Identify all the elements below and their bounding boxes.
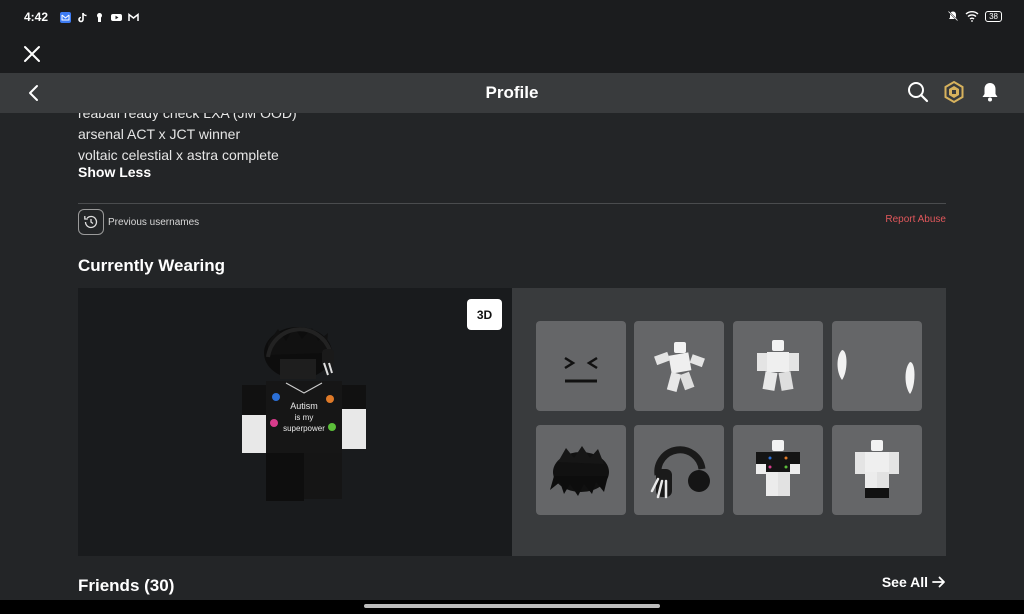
gesture-bar [0,600,1024,614]
animation-item[interactable] [733,321,823,411]
wifi-icon [965,11,979,22]
previous-usernames-label: Previous usernames [108,216,200,228]
shirt-text-line: is my [295,413,314,422]
view-3d-toggle[interactable]: 3D [467,299,502,330]
shirt-item[interactable] [733,425,823,515]
history-icon [78,209,104,235]
home-indicator[interactable] [364,604,660,608]
close-icon[interactable] [22,44,42,64]
tiktok-icon [78,12,87,22]
divider [78,203,946,204]
avatar-viewer[interactable]: 3D Autism is my superpower [78,288,512,556]
notification-icons [60,11,139,23]
currently-wearing-title: Currently Wearing [78,256,226,275]
face-icon [564,356,598,383]
keyhole-icon [97,12,103,22]
close-bar [0,34,1024,73]
about-text: reaball ready check LXA (JM OOD) arsenal… [78,113,297,166]
nav-actions [906,80,1002,104]
search-icon[interactable] [906,80,930,104]
face-item[interactable] [536,321,626,411]
hair-item[interactable] [536,425,626,515]
page-title: Profile [485,83,539,102]
floating-hands-animation-icon [837,350,915,394]
friends-title: Friends (30) [78,576,175,595]
arrow-right-icon [932,576,945,588]
about-line: arsenal ACT x JCT winner [78,126,241,142]
headphones-item[interactable] [634,425,724,515]
shirt-icon [756,440,800,496]
about-line: voltaic celestial x astra complete [78,147,279,163]
animation-item[interactable] [634,321,724,411]
pants-icon [855,440,899,498]
see-all-label: See All [881,574,928,590]
show-less-button[interactable]: Show Less [78,164,151,180]
animation-item[interactable] [832,321,922,411]
top-nav: Profile [0,73,1024,113]
see-all-friends-button[interactable]: See All [882,574,946,590]
report-abuse-link[interactable]: Report Abuse [885,214,946,225]
app-root: 4:42 38 Profile reaball ready check LXA … [0,0,1024,614]
walking-animation-icon [757,340,799,391]
about-line: reaball ready check LXA (JM OOD) [78,113,297,121]
hair-icon [550,446,609,496]
currently-wearing-panel: 3D Autism is my superpower [78,288,946,556]
headphones-icon [650,446,710,499]
worn-items-grid [512,288,946,556]
mail-app-icon [60,11,72,23]
previous-usernames-button[interactable]: Previous usernames [78,209,199,235]
avatar-image: Autism is my superpower [242,327,366,501]
gmail-icon [128,12,139,21]
status-time: 4:42 [24,10,49,24]
shirt-text-line: superpower [283,424,325,433]
running-animation-icon [654,342,705,392]
battery-indicator: 38 [985,10,1002,22]
shirt-text-line: Autism [290,401,318,411]
pants-item[interactable] [832,425,922,515]
status-bar: 4:42 38 [0,0,1024,34]
notifications-bell-icon[interactable] [978,80,1002,104]
profile-content: reaball ready check LXA (JM OOD) arsenal… [0,113,1024,600]
system-icons: 38 [947,10,1002,22]
mute-icon [948,10,959,22]
robux-icon[interactable] [942,80,966,104]
youtube-icon [111,13,123,21]
